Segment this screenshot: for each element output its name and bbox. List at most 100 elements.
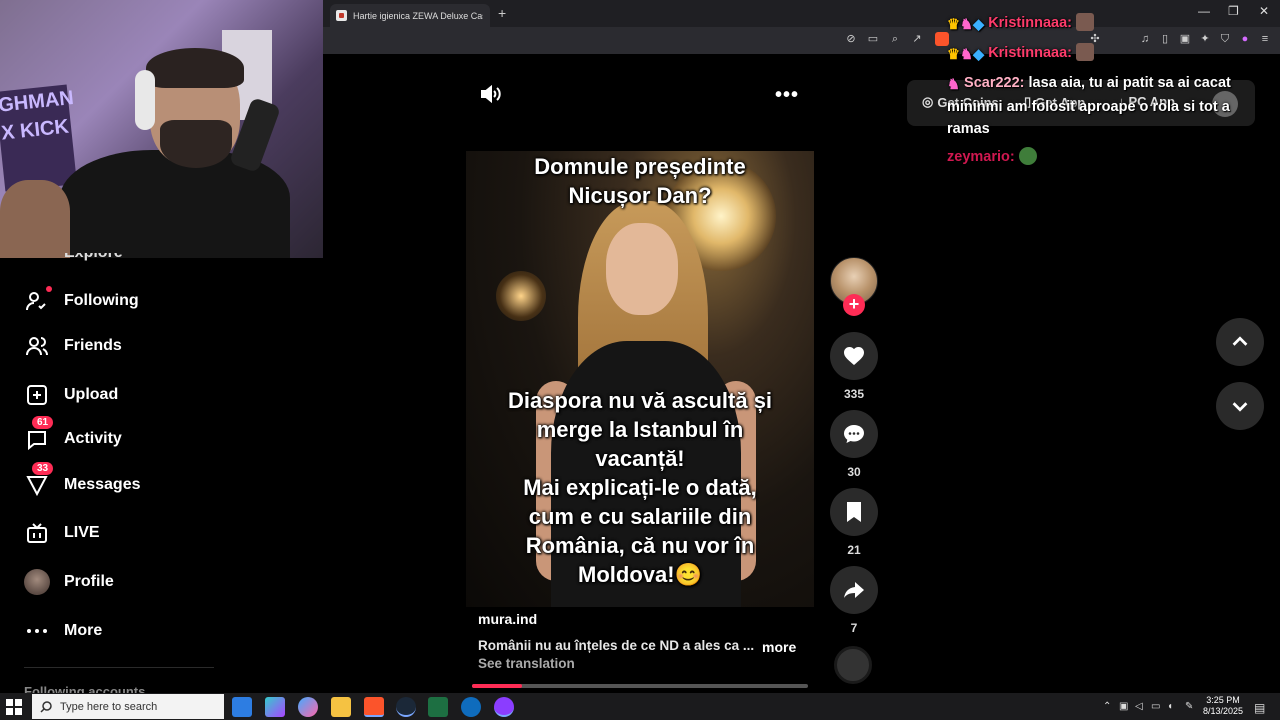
- task-view-icon[interactable]: [232, 697, 252, 717]
- see-translation-link[interactable]: See translation: [478, 656, 575, 671]
- leo-icon[interactable]: ✦: [1198, 32, 1212, 46]
- start-button[interactable]: [6, 699, 22, 715]
- volume-icon: [481, 84, 501, 104]
- video-lamp: [496, 271, 546, 321]
- comment-button[interactable]: [830, 410, 878, 458]
- activity-icon: 61: [24, 416, 54, 452]
- copilot-icon[interactable]: [265, 697, 285, 717]
- sidebar-item-activity[interactable]: 61 Activity: [24, 416, 122, 452]
- browser-toolbar: [323, 27, 1280, 54]
- brave-browser-icon[interactable]: [364, 697, 384, 717]
- file-explorer-icon[interactable]: [331, 697, 351, 717]
- media-icon[interactable]: ♫: [1138, 32, 1152, 46]
- tray-volume-icon[interactable]: ◁: [1135, 701, 1143, 712]
- caption-line: merge la Istanbul în: [536, 417, 744, 442]
- browser-tab[interactable]: Hartie igienica ZEWA Deluxe Cashmere: [330, 4, 490, 27]
- heart-icon: [844, 347, 864, 365]
- caption-line: cum e cu salariile din: [528, 504, 752, 529]
- tray-pen-icon[interactable]: ✎: [1185, 701, 1193, 712]
- like-button[interactable]: [830, 332, 878, 380]
- sidebar-item-more[interactable]: More: [24, 618, 102, 644]
- restore-button[interactable]: ❐: [1228, 4, 1239, 18]
- profile-avatar: [24, 569, 50, 595]
- sidebar-item-messages[interactable]: 33 Messages: [24, 462, 141, 498]
- sidebar-item-live[interactable]: LIVE: [24, 520, 100, 546]
- activity-badge: 61: [32, 416, 54, 429]
- next-video-button[interactable]: [1216, 382, 1264, 430]
- cam-neon-sign: GHMAN X KICK: [0, 84, 78, 192]
- previous-video-button[interactable]: [1216, 318, 1264, 366]
- share-icon[interactable]: ↗: [910, 32, 924, 46]
- volume-button[interactable]: [478, 82, 502, 106]
- share-button[interactable]: [830, 566, 878, 614]
- tray-expand-icon[interactable]: ⌃: [1103, 701, 1111, 712]
- sidebar-item-label: Profile: [64, 573, 114, 590]
- vpn-icon[interactable]: ⛉: [1218, 32, 1232, 46]
- save-button[interactable]: [830, 488, 878, 536]
- notifications-icon[interactable]: ▤: [1254, 701, 1265, 715]
- cam-headset: [135, 70, 155, 130]
- more-icon: [24, 618, 50, 644]
- menu-icon[interactable]: ≡: [1258, 32, 1272, 46]
- caption-line: Domnule președinte: [534, 154, 746, 179]
- sidebar-item-upload[interactable]: Upload: [24, 382, 118, 408]
- sidebar-item-following[interactable]: Following: [24, 286, 139, 314]
- chat-message: ♛♞◆ Kristinnaaa:: [947, 12, 1094, 36]
- chat-username: zeymario:: [947, 149, 1015, 165]
- sidebar-divider: [24, 667, 214, 668]
- screen: Hartie igienica ZEWA Deluxe Cashmere + —…: [0, 0, 1280, 720]
- coin-icon: ◎: [922, 94, 934, 109]
- tracking-icon[interactable]: ⊘: [844, 32, 858, 46]
- friends-icon: [24, 333, 50, 359]
- new-tab-button[interactable]: +: [498, 5, 506, 21]
- video-author[interactable]: mura.ind: [478, 611, 537, 627]
- webcam-overlay: GHMAN X KICK: [0, 0, 323, 258]
- edge-icon[interactable]: [461, 697, 481, 717]
- save-count: 21: [847, 543, 861, 557]
- comment-icon: [844, 425, 864, 443]
- following-icon: [24, 286, 52, 314]
- sidebar-item-friends[interactable]: Friends: [24, 333, 122, 359]
- sidebar-item-label: Following: [64, 292, 139, 309]
- tray-network-icon[interactable]: ▣: [1119, 701, 1128, 712]
- following-dot: [46, 286, 52, 292]
- search-placeholder: Type here to search: [60, 700, 158, 713]
- sidebar-item-label: Messages: [64, 476, 141, 493]
- copilot-app-icon[interactable]: [298, 697, 318, 717]
- tray-battery-icon[interactable]: ▭: [1151, 701, 1160, 712]
- sidebar-item-profile[interactable]: Profile: [24, 569, 114, 595]
- chat-badges: ♛♞◆: [947, 47, 985, 63]
- caption-line: România, că nu vor în: [525, 533, 755, 558]
- video-options-button[interactable]: •••: [775, 84, 799, 107]
- excel-icon[interactable]: [428, 697, 448, 717]
- taskbar-search[interactable]: Type here to search: [32, 694, 224, 719]
- obs-icon[interactable]: [494, 697, 514, 717]
- video-player[interactable]: Domnule președinte Nicușor Dan? Diaspora…: [466, 151, 814, 607]
- cam-arm: [0, 180, 70, 258]
- like-count: 335: [843, 387, 865, 401]
- cam-beard: [160, 120, 232, 168]
- video-description: Românii nu au înțeles de ce ND a ales ca…: [478, 638, 755, 653]
- music-disc[interactable]: [834, 646, 872, 684]
- video-progress-bar[interactable]: [472, 684, 808, 688]
- minimize-button[interactable]: —: [1198, 4, 1210, 18]
- chat-username: Kristinnaaa:: [988, 45, 1072, 61]
- chevron-down-icon: [1232, 402, 1248, 412]
- screen-icon[interactable]: ▭: [866, 32, 880, 46]
- video-progress-fill: [472, 684, 523, 688]
- tray-speaker-icon[interactable]: ◖: [1167, 701, 1173, 712]
- steam-icon[interactable]: [396, 697, 416, 717]
- chevron-up-icon: [1232, 336, 1248, 346]
- taskbar-clock[interactable]: 3:25 PM 8/13/2025: [1202, 695, 1244, 717]
- wallet-icon[interactable]: ▣: [1178, 32, 1192, 46]
- sidebar-icon[interactable]: ▯: [1158, 32, 1172, 46]
- chat-badges: ♞: [947, 77, 960, 93]
- description-more-link[interactable]: more: [762, 639, 796, 655]
- profile-icon[interactable]: ●: [1238, 32, 1252, 46]
- close-window-button[interactable]: ✕: [1259, 4, 1269, 18]
- tab-title: Hartie igienica ZEWA Deluxe Cashmere: [353, 10, 483, 21]
- caption-line: Mai explicați-le o dată,: [523, 475, 757, 500]
- zoom-icon[interactable]: ⌕: [888, 32, 902, 46]
- follow-button[interactable]: +: [843, 294, 865, 316]
- sidebar-item-label: Activity: [64, 430, 122, 447]
